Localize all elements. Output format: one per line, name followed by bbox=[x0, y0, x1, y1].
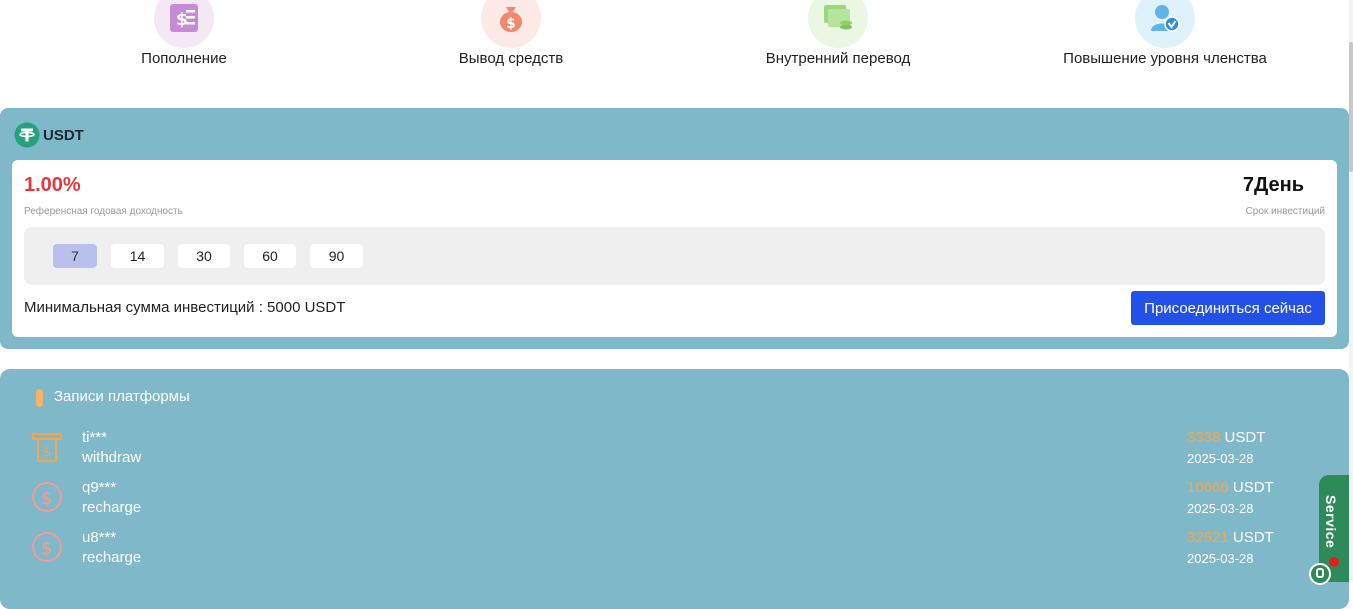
join-now-button[interactable]: Присоединиться сейчас bbox=[1131, 291, 1325, 325]
svg-text:$: $ bbox=[41, 488, 52, 509]
record-date: 2025-03-28 bbox=[1187, 551, 1254, 566]
record-amount-value: 3338 bbox=[1187, 429, 1221, 446]
coin-name: USDT bbox=[43, 126, 84, 144]
withdraw-action[interactable]: $ Вывод средств bbox=[381, 0, 641, 67]
record-amount-value: 10666 bbox=[1187, 479, 1229, 496]
svg-text:$: $ bbox=[43, 445, 51, 460]
term-selector: 7 14 30 60 90 bbox=[24, 227, 1325, 285]
record-amount-unit: USDT bbox=[1224, 429, 1266, 446]
record-amount: 32521 USDT bbox=[1187, 529, 1274, 546]
recharge-label: Пополнение bbox=[141, 50, 227, 67]
record-user: q9*** bbox=[82, 479, 117, 496]
svg-text:$: $ bbox=[41, 538, 52, 559]
coin-header: USDT bbox=[14, 122, 84, 148]
product-card: 1.00% Референсная годовая доходность 7Де… bbox=[12, 160, 1337, 337]
term-option-7[interactable]: 7 bbox=[53, 244, 97, 268]
scrollbar-thumb[interactable] bbox=[1349, 42, 1353, 172]
notification-dot bbox=[1329, 557, 1339, 567]
svg-text:$: $ bbox=[176, 10, 188, 30]
quick-actions: $ Пополнение $ Вывод средств Внутренний … bbox=[0, 0, 1340, 100]
record-type: recharge bbox=[82, 549, 142, 566]
record-date: 2025-03-28 bbox=[1187, 501, 1254, 516]
investment-product-panel: USDT 1.00% Референсная годовая доходност… bbox=[0, 108, 1349, 349]
record-amount-value: 32521 bbox=[1187, 529, 1229, 546]
investment-term-value: 7День bbox=[1242, 174, 1304, 196]
record-amount: 3338 USDT bbox=[1187, 429, 1265, 446]
record-row: $ q9*** recharge 10666 USDT 2025-03-28 bbox=[0, 479, 1349, 529]
recharge-dollar-icon: $ bbox=[32, 532, 62, 562]
withdraw-atm-icon: $ bbox=[32, 433, 62, 462]
recharge-receipt-icon: $ bbox=[154, 0, 214, 48]
recharge-action[interactable]: $ Пополнение bbox=[54, 0, 314, 67]
record-user: u8*** bbox=[82, 529, 117, 546]
record-amount-unit: USDT bbox=[1232, 479, 1274, 496]
membership-upgrade-label: Повышение уровня членства bbox=[1063, 50, 1267, 67]
money-bag-icon: $ bbox=[481, 0, 541, 48]
annual-rate-value: 1.00% bbox=[24, 174, 81, 196]
record-amount: 10666 USDT bbox=[1187, 479, 1274, 496]
service-tab[interactable]: Service bbox=[1309, 475, 1353, 585]
record-date: 2025-03-28 bbox=[1187, 451, 1254, 466]
usdt-coin-icon bbox=[14, 122, 40, 148]
internal-transfer-label: Внутренний перевод bbox=[765, 50, 911, 67]
investment-term-label: Срок инвестиций bbox=[1245, 206, 1325, 217]
service-label: Service bbox=[1323, 495, 1339, 549]
records-title: Записи платформы bbox=[54, 388, 190, 405]
term-option-60[interactable]: 60 bbox=[244, 244, 296, 268]
recharge-dollar-icon: $ bbox=[32, 482, 62, 512]
record-row: $ ti*** withdraw 3338 USDT 2025-03-28 bbox=[0, 429, 1349, 479]
record-user: ti*** bbox=[82, 429, 108, 446]
record-type: withdraw bbox=[82, 449, 142, 466]
record-type: recharge bbox=[82, 499, 142, 516]
internal-transfer-action[interactable]: Внутренний перевод bbox=[708, 0, 968, 67]
term-option-90[interactable]: 90 bbox=[310, 244, 363, 268]
membership-upgrade-action[interactable]: Повышение уровня членства bbox=[1035, 0, 1295, 67]
withdraw-label: Вывод средств bbox=[458, 50, 564, 67]
section-marker bbox=[36, 389, 43, 407]
transfer-wallet-icon bbox=[808, 0, 868, 48]
page-scrollbar[interactable] bbox=[1349, 0, 1353, 582]
member-upgrade-icon bbox=[1135, 0, 1195, 48]
record-row: $ u8*** recharge 32521 USDT 2025-03-28 bbox=[0, 529, 1349, 579]
min-investment-text: Минимальная сумма инвестиций : 5000 USDT bbox=[24, 299, 346, 316]
term-option-30[interactable]: 30 bbox=[178, 244, 230, 268]
term-option-14[interactable]: 14 bbox=[111, 244, 164, 268]
svg-text:$: $ bbox=[506, 16, 516, 32]
platform-records-panel: Записи платформы $ ti*** withdraw 3338 U… bbox=[0, 369, 1349, 609]
record-amount-unit: USDT bbox=[1232, 529, 1274, 546]
annual-rate-label: Референсная годовая доходность bbox=[24, 206, 183, 217]
